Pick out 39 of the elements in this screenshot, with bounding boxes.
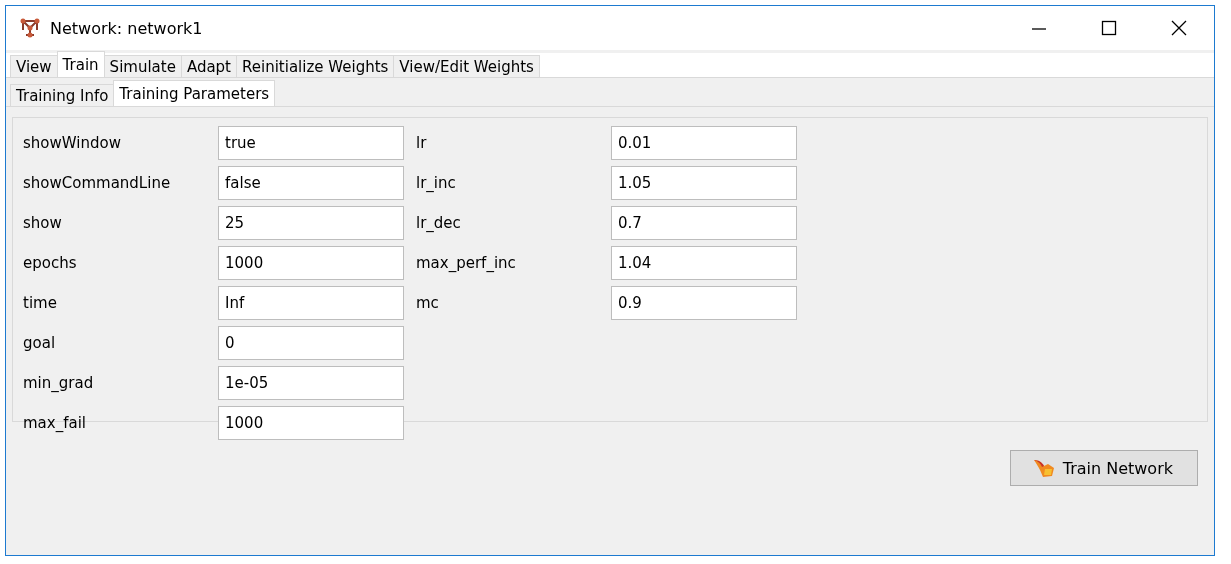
tab[interactable]: Training Info: [10, 84, 115, 106]
tab[interactable]: View/Edit Weights: [393, 55, 540, 77]
parameter-label: show: [23, 214, 63, 232]
input-field[interactable]: true: [218, 126, 404, 160]
input-field[interactable]: 0.01: [611, 126, 797, 160]
flame-icon: [1032, 458, 1055, 478]
parameter-label: showCommandLine: [23, 174, 172, 192]
parameter-label: lr_inc: [416, 174, 457, 192]
input-field[interactable]: 1.05: [611, 166, 797, 200]
window-title: Network: network1: [50, 18, 203, 38]
tab[interactable]: Reinitialize Weights: [236, 55, 395, 77]
network-icon: [20, 18, 40, 38]
tab[interactable]: Simulate: [103, 55, 182, 77]
tab[interactable]: Adapt: [180, 55, 237, 77]
input-field[interactable]: 1.04: [611, 246, 797, 280]
tab[interactable]: View: [10, 55, 58, 77]
parameter-label: goal: [23, 334, 57, 352]
parameter-label: epochs: [23, 254, 78, 272]
input-field[interactable]: 0.9: [611, 286, 797, 320]
input-field[interactable]: 25: [218, 206, 404, 240]
input-field[interactable]: 1e-05: [218, 366, 404, 400]
input-field[interactable]: 1000: [218, 406, 404, 440]
input-field[interactable]: 0: [218, 326, 404, 360]
input-field[interactable]: 0.7: [611, 206, 797, 240]
train-network-button[interactable]: Train Network: [1009, 450, 1198, 486]
parameter-label: lr_dec: [416, 214, 462, 232]
tab[interactable]: Training Parameters: [113, 80, 276, 106]
parameter-label: showWindow: [23, 134, 122, 152]
parameter-label: time: [23, 294, 58, 312]
input-field[interactable]: false: [218, 166, 404, 200]
close-icon[interactable]: [1171, 20, 1187, 36]
parameter-label: max_fail: [23, 414, 87, 432]
parameter-label: max_perf_inc: [416, 254, 517, 272]
maximize-icon[interactable]: [1101, 20, 1117, 36]
parameter-label: lr: [416, 134, 428, 152]
parameter-label: min_grad: [23, 374, 95, 392]
parameter-label: mc: [416, 294, 440, 312]
input-field[interactable]: Inf: [218, 286, 404, 320]
input-field[interactable]: 1000: [218, 246, 404, 280]
